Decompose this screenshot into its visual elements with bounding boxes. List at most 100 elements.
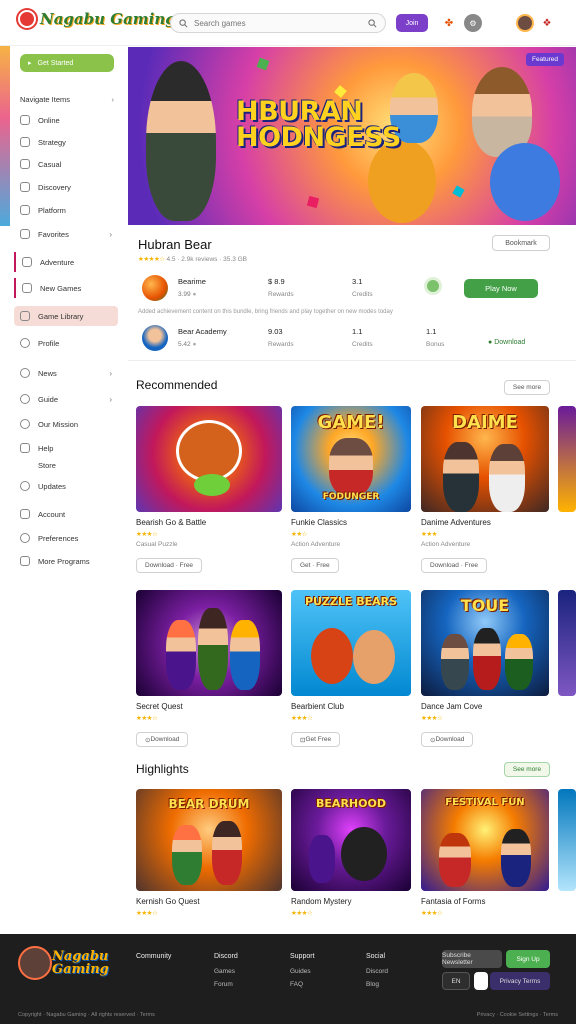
language-select[interactable]: EN — [442, 972, 470, 990]
card-title: Bearbient Club — [291, 702, 344, 711]
checkbox[interactable] — [474, 972, 488, 990]
sidebar-item-active[interactable]: Game Library — [14, 306, 118, 326]
sidebar-item[interactable]: Guide › — [14, 389, 118, 409]
card-button-label: Download — [435, 736, 465, 743]
sidebar-item[interactable]: Profile — [14, 333, 118, 353]
game-card[interactable]: TOUE Dance Jam Cove ★★★☆ ⊙ Download — [421, 590, 549, 747]
game-card[interactable]: GAME! FODUNGER Funkie Classics ★★☆ Actio… — [291, 406, 411, 573]
gamepad-icon[interactable]: ✤ — [440, 14, 458, 32]
sidebar-item[interactable]: Preferences — [14, 528, 118, 548]
play-now-button[interactable]: Play Now — [464, 279, 538, 298]
game-card-partial[interactable] — [558, 789, 576, 891]
footer-column-head[interactable]: Social — [366, 950, 388, 963]
card-button[interactable]: Download · Free — [136, 558, 203, 573]
sidebar-section-header[interactable]: Navigate Items › — [20, 95, 114, 104]
globe-icon — [20, 115, 30, 125]
sidebar-item[interactable]: Our Mission — [14, 414, 118, 434]
footer-link[interactable]: Blog — [366, 978, 388, 991]
card-button[interactable]: Download · Free — [421, 558, 488, 573]
game-card[interactable]: BEAR DRUM Kernish Go Quest ★★★☆ — [136, 789, 282, 917]
sidebar-item[interactable]: Discovery — [14, 177, 118, 197]
sidebar-item[interactable]: Strategy — [14, 132, 118, 152]
game-card[interactable]: Bearish Go & Battle ★★★☆ Casual Puzzle D… — [136, 406, 282, 573]
newsletter-button[interactable]: Subscribe Newsletter — [442, 950, 502, 968]
game-card[interactable]: BEARHOOD Random Mystery ★★★☆ — [291, 789, 411, 917]
bookmark-button[interactable]: Bookmark — [492, 235, 550, 251]
card-title: Funkie Classics — [291, 518, 348, 527]
app-logo[interactable]: Nagabu Gaming — [18, 10, 176, 28]
chess-icon — [20, 137, 30, 147]
detail-note: Added achievement content on this bundle… — [138, 309, 393, 315]
row-name: Bear Academy — [178, 327, 227, 336]
row-value-3: 1.1 — [426, 327, 437, 336]
footer-link[interactable]: Games — [214, 965, 238, 978]
footer-legal-links[interactable]: Privacy · Cookie Settings · Terms — [477, 1012, 558, 1018]
thumbnail-title: BEARHOOD — [316, 797, 386, 810]
sidebar-item[interactable]: Casual — [14, 154, 118, 174]
sidebar-item-label: Platform — [38, 205, 66, 215]
chevron-right-icon: › — [109, 368, 112, 378]
footer-column-head[interactable]: Support — [290, 950, 315, 963]
card-button[interactable]: ⊡ Get Free — [291, 732, 341, 747]
sidebar-item-label: Discovery — [38, 182, 71, 192]
sidebar-item[interactable]: Adventure — [14, 252, 118, 272]
sign-up-button[interactable]: Sign Up — [506, 950, 550, 968]
game-card[interactable]: PUZZLE BEARS Bearbient Club ★★★☆ ⊡ Get F… — [291, 590, 411, 747]
character-art — [198, 608, 228, 690]
sidebar-item[interactable]: Store — [14, 455, 118, 475]
download-link[interactable]: ● Download — [488, 339, 525, 346]
notification-icon[interactable]: ❖ — [538, 14, 556, 32]
hero-banner[interactable]: HBURAN HODNGESS Featured — [128, 47, 576, 225]
sidebar-item[interactable]: Platform — [14, 200, 118, 220]
footer-column-head[interactable]: Discord — [214, 950, 238, 963]
news-icon — [20, 368, 30, 378]
card-button[interactable]: ⊙ Download — [136, 732, 189, 747]
footer-column-head[interactable]: Community — [136, 950, 171, 963]
game-thumbnail: GAME! FODUNGER — [291, 406, 411, 512]
card-button[interactable]: Get · Free — [291, 558, 339, 573]
footer: Nagabu Gaming Community Discord Games Fo… — [0, 934, 576, 1024]
footer-logo[interactable]: Nagabu Gaming — [18, 946, 118, 992]
see-more-button[interactable]: See more — [504, 762, 550, 777]
card-rating: ★★★☆ — [291, 714, 411, 722]
card-button-label: Download — [150, 736, 180, 743]
logo-icon — [18, 10, 36, 28]
footer-link[interactable]: Forum — [214, 978, 238, 991]
game-card[interactable]: FESTIVAL FUN Fantasia of Forms ★★★☆ — [421, 789, 549, 917]
footer-column: Discord Games Forum — [214, 950, 238, 991]
footer-link[interactable]: Discord — [366, 965, 388, 978]
thumbnail-title: PUZZLE BEARS — [304, 595, 398, 608]
get-started-button[interactable]: ▸ Get Started — [20, 54, 114, 72]
sidebar-item[interactable]: Account — [14, 504, 118, 524]
join-button[interactable]: Join — [396, 14, 428, 32]
character-art — [230, 620, 260, 690]
search-bar[interactable] — [170, 13, 386, 33]
row-label-3: Bonus — [426, 341, 445, 348]
row-sub: 5.42 ● — [178, 341, 197, 348]
footer-link[interactable]: Guides — [290, 965, 315, 978]
sidebar-item[interactable]: New Games — [14, 278, 118, 298]
game-card-partial[interactable] — [558, 590, 576, 696]
settings-icon[interactable]: ⚙ — [464, 14, 482, 32]
game-card[interactable]: Secret Quest ★★★☆ ⊙ Download — [136, 590, 282, 747]
privacy-button[interactable]: Privacy Terms — [490, 972, 550, 990]
search-input[interactable] — [194, 18, 354, 28]
rating-stars: ★★★☆ — [421, 910, 443, 917]
card-rating: ★★☆ — [291, 530, 411, 538]
sidebar-item[interactable]: News › — [14, 363, 118, 383]
sidebar-item[interactable]: Updates — [14, 476, 118, 496]
sidebar-item[interactable]: Online — [14, 110, 118, 130]
footer-link[interactable]: FAQ — [290, 978, 315, 991]
character-art — [439, 833, 471, 887]
avatar[interactable] — [516, 14, 534, 32]
game-card[interactable]: DAIME Danime Adventures ★★★ Action Adven… — [421, 406, 549, 573]
sidebar-item[interactable]: Favorites › — [14, 224, 118, 244]
see-more-button[interactable]: See more — [504, 380, 550, 395]
search-submit-icon[interactable] — [368, 18, 377, 28]
apps-icon — [20, 556, 30, 566]
game-card-partial[interactable] — [558, 406, 576, 512]
game-thumbnail: TOUE — [421, 590, 549, 696]
card-button[interactable]: ⊙ Download — [421, 732, 474, 747]
sidebar-item[interactable]: More Programs — [14, 551, 118, 571]
character-art — [473, 628, 501, 690]
